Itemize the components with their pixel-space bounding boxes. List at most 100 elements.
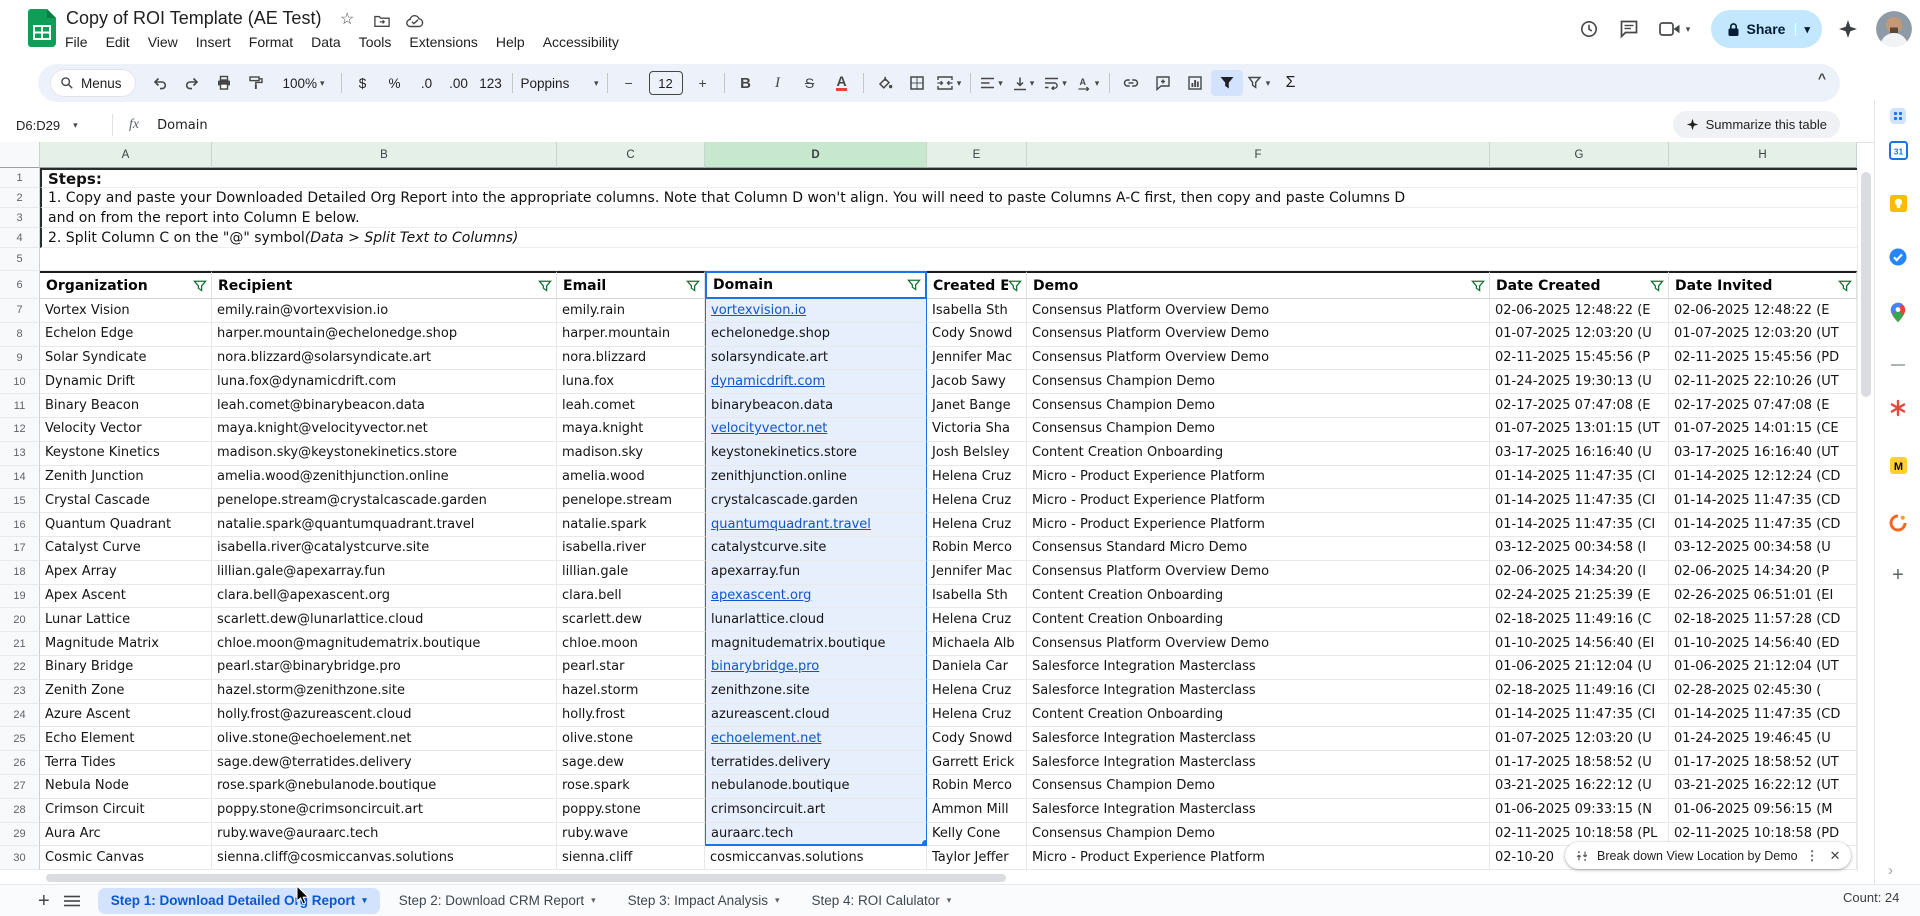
- cell-F17[interactable]: Consensus Standard Micro Demo: [1027, 537, 1490, 561]
- cell-A13[interactable]: Keystone Kinetics: [40, 442, 212, 466]
- cell-H27[interactable]: 03-21-2025 16:22:12 (UT: [1669, 775, 1857, 799]
- cell-A20[interactable]: Lunar Lattice: [40, 608, 212, 632]
- tooltip-close-icon[interactable]: ✕: [1827, 848, 1844, 864]
- cell-G28[interactable]: 01-06-2025 09:33:15 (N: [1490, 799, 1669, 823]
- cell-B9[interactable]: nora.blizzard@solarsyndicate.art: [212, 347, 557, 371]
- cell-E22[interactable]: Daniela Car: [927, 656, 1027, 680]
- row-header-30[interactable]: 30: [0, 846, 40, 870]
- cell-D11[interactable]: binarybeacon.data: [705, 394, 927, 418]
- cell-G18[interactable]: 02-06-2025 14:34:20 (I: [1490, 561, 1669, 585]
- cell-H26[interactable]: 01-17-2025 18:58:52 (UT: [1669, 751, 1857, 775]
- all-sheets-icon[interactable]: [64, 895, 80, 907]
- column-header-H[interactable]: H: [1669, 142, 1857, 168]
- cell-C8[interactable]: harper.mountain: [557, 323, 705, 347]
- row-header-5[interactable]: 5: [0, 248, 40, 271]
- cell-C18[interactable]: lillian.gale: [557, 561, 705, 585]
- cell-A15[interactable]: Crystal Cascade: [40, 489, 212, 513]
- row-header-3[interactable]: 3: [0, 208, 40, 228]
- cell-H24[interactable]: 01-14-2025 11:47:35 (CD: [1669, 704, 1857, 728]
- cell-C12[interactable]: maya.knight: [557, 418, 705, 442]
- cell-F16[interactable]: Micro - Product Experience Platform: [1027, 513, 1490, 537]
- text-rotation-icon[interactable]: A▾: [1072, 70, 1104, 96]
- tooltip-more-icon[interactable]: ⋮: [1806, 848, 1819, 864]
- menu-file[interactable]: File: [56, 32, 97, 52]
- cell-C9[interactable]: nora.blizzard: [557, 347, 705, 371]
- redo-button[interactable]: [176, 70, 208, 96]
- cell-B17[interactable]: isabella.river@catalystcurve.site: [212, 537, 557, 561]
- row-header-20[interactable]: 20: [0, 608, 40, 632]
- cell-F30[interactable]: Micro - Product Experience Platform: [1027, 846, 1490, 870]
- cell-G20[interactable]: 02-18-2025 11:49:16 (C: [1490, 608, 1669, 632]
- cell-B30[interactable]: sienna.cliff@cosmiccanvas.solutions: [212, 846, 557, 870]
- cell-H10[interactable]: 02-11-2025 22:10:26 (UT: [1669, 370, 1857, 394]
- addon-asterisk-icon[interactable]: [1888, 398, 1908, 418]
- cell-B10[interactable]: luna.fox@dynamicdrift.com: [212, 370, 557, 394]
- cell-D28[interactable]: crimsoncircuit.art: [705, 799, 927, 823]
- row-header-7[interactable]: 7: [0, 299, 40, 323]
- cell-G22[interactable]: 01-06-2025 21:12:04 (U: [1490, 656, 1669, 680]
- cell-D10[interactable]: dynamicdrift.com: [705, 370, 927, 394]
- decrease-font-size-button[interactable]: −: [613, 70, 645, 96]
- cell-G10[interactable]: 01-24-2025 19:30:13 (U: [1490, 370, 1669, 394]
- cell-A25[interactable]: Echo Element: [40, 727, 212, 751]
- row-header-14[interactable]: 14: [0, 466, 40, 490]
- cell-D19[interactable]: apexascent.org: [705, 585, 927, 609]
- menu-view[interactable]: View: [139, 32, 187, 52]
- gemini-suggestion-tooltip[interactable]: Break down View Location by Demo ⋮ ✕: [1565, 842, 1851, 869]
- get-addons-plus-icon[interactable]: +: [1888, 565, 1908, 585]
- cell-G19[interactable]: 02-24-2025 21:25:39 (E: [1490, 585, 1669, 609]
- cell-B26[interactable]: sage.dew@terratides.delivery: [212, 751, 557, 775]
- cell-A26[interactable]: Terra Tides: [40, 751, 212, 775]
- cell-A12[interactable]: Velocity Vector: [40, 418, 212, 442]
- table-header-date-created[interactable]: Date Created: [1490, 271, 1669, 299]
- table-header-date-invited[interactable]: Date Invited: [1669, 271, 1857, 299]
- row-header-22[interactable]: 22: [0, 656, 40, 680]
- row-header-24[interactable]: 24: [0, 704, 40, 728]
- steps-text-row-3[interactable]: and on from the report into Column E bel…: [40, 208, 1857, 228]
- filter-icon[interactable]: [686, 280, 700, 292]
- collapse-toolbar-icon[interactable]: ^: [1818, 70, 1826, 86]
- cell-H7[interactable]: 02-06-2025 12:48:22 (E: [1669, 299, 1857, 323]
- move-folder-icon[interactable]: [374, 14, 390, 28]
- filter-icon[interactable]: [1471, 280, 1485, 292]
- borders-icon[interactable]: [901, 70, 933, 96]
- cell-B8[interactable]: harper.mountain@echelonedge.shop: [212, 323, 557, 347]
- cell-B25[interactable]: olive.stone@echoelement.net: [212, 727, 557, 751]
- cell-F23[interactable]: Salesforce Integration Masterclass: [1027, 680, 1490, 704]
- cell-E29[interactable]: Kelly Cone: [927, 823, 1027, 847]
- calendar-icon[interactable]: 31: [1888, 140, 1908, 160]
- cell-F22[interactable]: Salesforce Integration Masterclass: [1027, 656, 1490, 680]
- cell-G21[interactable]: 01-10-2025 14:56:40 (EI: [1490, 632, 1669, 656]
- cell-H19[interactable]: 02-26-2025 06:51:01 (EI: [1669, 585, 1857, 609]
- cell-F12[interactable]: Consensus Champion Demo: [1027, 418, 1490, 442]
- cell-B11[interactable]: leah.comet@binarybeacon.data: [212, 394, 557, 418]
- row-header-26[interactable]: 26: [0, 751, 40, 775]
- cell-B19[interactable]: clara.bell@apexascent.org: [212, 585, 557, 609]
- gemini-sparkle-icon[interactable]: [1828, 9, 1868, 49]
- font-size-input[interactable]: 12: [649, 71, 683, 95]
- cell-D24[interactable]: azureascent.cloud: [705, 704, 927, 728]
- selection-fill-handle[interactable]: [921, 839, 927, 846]
- cell-A23[interactable]: Zenith Zone: [40, 680, 212, 704]
- menus-search-button[interactable]: Menus: [50, 69, 136, 97]
- panel-collapse-chevron-icon[interactable]: ›: [1888, 862, 1893, 879]
- cell-G12[interactable]: 01-07-2025 13:01:15 (UT: [1490, 418, 1669, 442]
- text-color-icon[interactable]: A: [826, 70, 858, 96]
- paint-format-icon[interactable]: [240, 70, 272, 96]
- cell-F14[interactable]: Micro - Product Experience Platform: [1027, 466, 1490, 490]
- cell-H15[interactable]: 01-14-2025 11:47:35 (CD: [1669, 489, 1857, 513]
- insert-link-icon[interactable]: [1115, 70, 1147, 96]
- cell-E7[interactable]: Isabella Sth: [927, 299, 1027, 323]
- zoom-select[interactable]: 100%▾: [272, 70, 336, 96]
- cell-A22[interactable]: Binary Bridge: [40, 656, 212, 680]
- cell-G26[interactable]: 01-17-2025 18:58:52 (U: [1490, 751, 1669, 775]
- cell-D12[interactable]: velocityvector.net: [705, 418, 927, 442]
- cell-H28[interactable]: 01-06-2025 09:56:15 (M: [1669, 799, 1857, 823]
- cell-D13[interactable]: keystonekinetics.store: [705, 442, 927, 466]
- cell-G27[interactable]: 03-21-2025 16:22:12 (U: [1490, 775, 1669, 799]
- column-header-F[interactable]: F: [1027, 142, 1490, 168]
- cell-D9[interactable]: solarsyndicate.art: [705, 347, 927, 371]
- cell-H13[interactable]: 03-17-2025 16:16:40 (UT: [1669, 442, 1857, 466]
- table-header-organization[interactable]: Organization: [40, 271, 212, 299]
- filter-icon[interactable]: [1008, 280, 1022, 292]
